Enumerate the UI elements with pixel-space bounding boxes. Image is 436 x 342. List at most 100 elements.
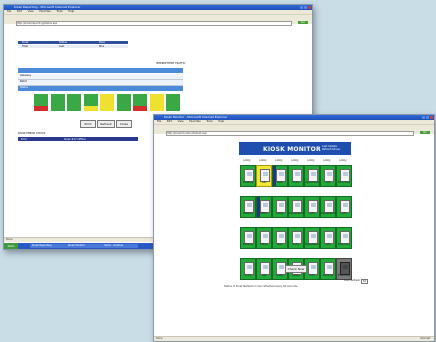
menu-help[interactable]: Help	[68, 10, 74, 13]
kiosk-label: Info	[325, 181, 331, 184]
kiosk-label: Registration	[305, 181, 321, 184]
menu-view[interactable]: View	[28, 10, 34, 13]
menu-tools[interactable]: Tools	[206, 120, 212, 123]
kiosk-tile[interactable]: Giftshop	[240, 196, 256, 218]
report-table-header	[18, 68, 183, 73]
taskbar-item[interactable]: Kiosk Reporting	[30, 244, 66, 248]
kiosk-tile[interactable]: Lab	[256, 258, 272, 280]
go-button[interactable]: Go	[298, 20, 308, 24]
kiosk-tile[interactable]: Registration	[304, 165, 320, 187]
kiosk-tile[interactable]: Entry	[288, 227, 304, 249]
menu-help[interactable]: Help	[218, 120, 224, 123]
kiosk-label: Lobby	[276, 274, 284, 277]
kiosk-tile[interactable]: Giftshop	[320, 258, 336, 280]
kiosk-tile[interactable]: Registration	[320, 196, 336, 218]
kiosk-label: Registration	[305, 243, 321, 246]
menu-edit[interactable]: Edit	[167, 120, 172, 123]
taskbar-item[interactable]: Kiosk Monitor	[66, 244, 102, 248]
status-bar-cell	[34, 94, 48, 106]
summary-values-row	[18, 45, 128, 48]
status-bar-accent	[166, 106, 180, 111]
window-title: Kiosk Monitor - Microsoft Internet Explo…	[164, 115, 228, 119]
summary-header-date: Date	[99, 41, 105, 44]
maximize-icon[interactable]	[426, 116, 429, 119]
go-button[interactable]: Go	[420, 130, 430, 134]
kiosk-tile[interactable]: Pharmacy	[336, 258, 352, 280]
status-bar-accent	[116, 106, 131, 111]
reporting-title-bar[interactable]: Kiosk Reporting - Microsoft Internet Exp…	[4, 5, 312, 10]
section-title: KIOSK ERROR STATUS	[18, 132, 46, 135]
close-icon[interactable]	[430, 116, 433, 119]
kiosk-label: Info	[341, 212, 347, 215]
column-label: Lobby	[275, 159, 283, 162]
column-label: Lobby	[259, 159, 267, 162]
status-bar-accent	[50, 106, 65, 111]
status-bar-cell	[50, 94, 65, 106]
kiosk-tile[interactable]: Registration	[288, 196, 304, 218]
auto-refresh-label: Auto Refresh	[344, 279, 361, 282]
summary-last: Last	[59, 45, 65, 48]
kiosk-tile[interactable]: Office	[256, 196, 272, 218]
address-bar: http://kiosk/reporting/status.asp Go	[4, 20, 312, 26]
auto-refresh-select[interactable]: 60	[361, 278, 369, 284]
menu-tools[interactable]: Tools	[56, 10, 62, 13]
kiosk-label: Info	[325, 243, 331, 246]
minimize-icon[interactable]	[300, 6, 303, 9]
menu-file[interactable]: File	[157, 120, 161, 123]
row-label-gateway: Gateway	[20, 74, 32, 77]
kiosk-tile[interactable]: Info	[320, 165, 336, 187]
kiosk-tile[interactable]: Info	[320, 227, 336, 249]
kiosk-tile[interactable]: Info	[304, 196, 320, 218]
kiosk-label: Main	[277, 243, 283, 246]
close-button[interactable]: Close	[116, 120, 132, 128]
minimize-icon[interactable]	[422, 116, 425, 119]
menu-favorites[interactable]: Favorites	[39, 10, 50, 13]
monitor-title-bar[interactable]: Kiosk Monitor - Microsoft Internet Explo…	[154, 115, 434, 120]
kiosk-label: Entry	[244, 274, 252, 277]
taskbar-item[interactable]: Inbox - Outlook	[102, 244, 138, 248]
kiosk-tile[interactable]: Office	[256, 227, 272, 249]
kiosk-label: Office	[260, 243, 268, 246]
kiosk-tile[interactable]: Info	[336, 196, 352, 218]
kiosk-tile[interactable]: Giftshop	[240, 165, 256, 187]
status-bar-cell	[83, 94, 98, 106]
report-title: INTERMITTENT TRAFFIC	[156, 62, 186, 65]
start-button[interactable]: start	[4, 243, 18, 249]
zone-label: Internet	[420, 337, 430, 340]
kiosk-tile[interactable]: Entry	[288, 165, 304, 187]
error-status-label: Error	[21, 137, 28, 141]
banner-subtitle: Last Update Refresh 60 sec	[322, 145, 340, 151]
kiosk-label: Lab	[261, 274, 267, 277]
kiosk-tile[interactable]: Main	[272, 227, 288, 249]
row-label-batch: Batch	[20, 80, 28, 83]
report-table-header	[18, 86, 183, 91]
status-bar-cell	[133, 94, 147, 106]
kiosk-label: Giftshop	[242, 243, 254, 246]
address-input[interactable]: http://kiosk/monitor/default.asp	[166, 130, 414, 136]
address-input[interactable]: http://kiosk/reporting/status.asp	[16, 20, 292, 26]
kiosk-label: Office	[260, 212, 268, 215]
summary-header-kiosk: Kiosk	[22, 41, 29, 44]
kiosk-label: Main	[277, 181, 283, 184]
summary-total: Total	[22, 45, 28, 48]
kiosk-tile[interactable]: Pharmacy	[336, 165, 352, 187]
refresh-button[interactable]: Refresh	[97, 120, 115, 128]
check-now-button[interactable]: Check Now	[285, 265, 307, 273]
kiosk-monitor-browser-window: Kiosk Monitor - Microsoft Internet Explo…	[153, 114, 435, 342]
kiosk-tile[interactable]: Registration	[304, 227, 320, 249]
kiosk-tile[interactable]: Giftshop	[240, 227, 256, 249]
kiosk-tile[interactable]: Main	[272, 165, 288, 187]
kiosk-label: Lobby	[276, 212, 284, 215]
maximize-icon[interactable]	[304, 6, 307, 9]
close-icon[interactable]	[308, 6, 311, 9]
column-label: Lobby	[339, 159, 347, 162]
menu-file[interactable]: File	[7, 10, 11, 13]
kiosk-tile[interactable]: Lab	[256, 165, 272, 187]
menu-view[interactable]: View	[178, 120, 184, 123]
kiosk-tile[interactable]: Pharmacy	[336, 227, 352, 249]
menu-favorites[interactable]: Favorites	[189, 120, 200, 123]
kiosk-tile[interactable]: Lobby	[272, 196, 288, 218]
kiosk-tile[interactable]: Entry	[240, 258, 256, 280]
menu-edit[interactable]: Edit	[17, 10, 22, 13]
print-button[interactable]: Print	[80, 120, 96, 128]
